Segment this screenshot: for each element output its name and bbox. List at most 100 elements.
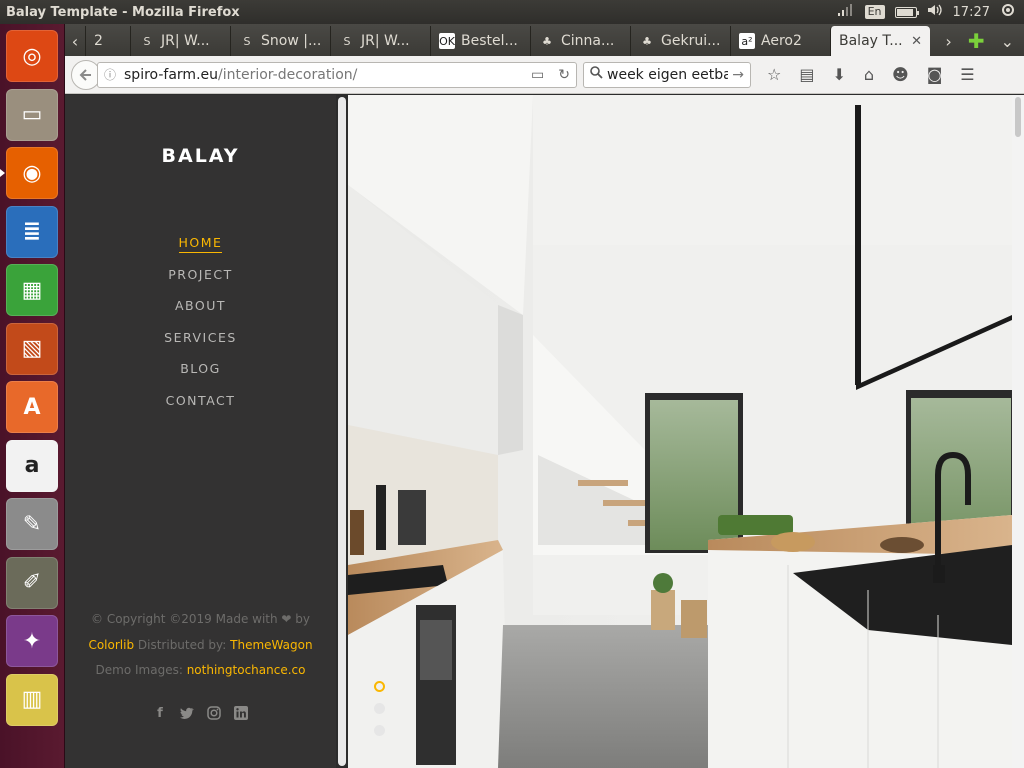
system-settings-icon[interactable]: ✎ [6,498,58,550]
slider-dot[interactable] [374,703,385,714]
url-domain: spiro-farm.eu [124,66,219,83]
slider-dot[interactable] [374,725,385,736]
tab-favicon-icon: S [343,34,351,48]
linkedin-icon[interactable] [233,705,249,721]
impress-icon[interactable]: ▧ [6,322,58,375]
clock[interactable]: 17:27 [953,5,990,20]
menu-item-label: ABOUT [174,298,227,313]
menu-item-label: PROJECT [168,266,233,282]
menu-item-project[interactable]: PROJECT [65,267,336,299]
demo-images-label: Demo Images: [95,663,187,677]
site-footer: © Copyright ©2019 Made with ❤ by Colorli… [65,607,336,684]
colorlib-link[interactable]: Colorlib [88,638,134,652]
search-go-arrow-icon[interactable]: → [732,67,744,83]
browser-tab[interactable]: Balay T... ✕ [830,26,930,56]
facebook-icon[interactable]: f [152,705,168,721]
tab-label: 2 [94,33,103,49]
menu-item-label: HOME [178,235,223,253]
slider-pagination [373,681,387,747]
kitchen-photo [348,95,1012,768]
keyboard-layout-indicator[interactable]: En [864,5,885,19]
site-logo[interactable]: BALAY [65,145,336,167]
new-tab-plus-icon[interactable]: ✚ [968,29,985,53]
window-title: Balay Template - Mozilla Firefox [6,4,240,20]
browser-tab[interactable]: ♣ Gekrui... [630,26,730,56]
tab-scroll-right-icon[interactable]: › [945,32,951,51]
browser-tab[interactable]: S Snow |... [230,26,330,56]
social-links: f [65,705,336,721]
twitter-icon[interactable] [179,705,195,721]
volume-icon[interactable] [927,3,943,21]
calc-icon[interactable]: ▦ [6,264,58,316]
menu-item-about[interactable]: ABOUT [65,298,336,330]
amazon-icon[interactable]: a [6,439,58,492]
gimp-icon[interactable]: ✐ [6,556,58,609]
network-icon[interactable] [837,3,855,21]
menu-item-home[interactable]: HOME [65,235,336,267]
page-scrollbar[interactable] [1012,95,1024,768]
wizard-icon[interactable]: ✦ [6,615,58,667]
site-sidebar: BALAY HOME PROJECT ABOUT SERVICES BLOG CONTAC… [65,95,336,768]
tab-label: JR| W... [361,33,410,49]
files-icon[interactable]: ▭ [6,88,58,141]
tab-favicon-icon: OK [439,33,455,49]
sidebar-scrollbar[interactable] [336,95,348,768]
chat-icon[interactable]: ☻ [892,65,909,84]
copyright-text: © Copyright ©2019 Made with ❤ by [91,612,310,626]
tab-label: Bestel... [461,33,518,49]
menu-item-label: SERVICES [164,329,237,345]
browser-tab[interactable]: S JR| W... [330,26,430,56]
tab-label: Balay T... [839,33,903,49]
menu-item-label: CONTACT [165,392,236,408]
demo-images-link[interactable]: nothingtochance.co [187,663,306,677]
firefox-icon[interactable]: ◉ [6,147,58,199]
main-menu: HOME PROJECT ABOUT SERVICES BLOG CONTACT [65,235,336,424]
menu-hamburger-icon[interactable]: ☰ [960,65,974,84]
launcher: ◎ ▭ ◉ ≣ ▦ ▧ Aa ✎ ✐ ✦ ▥ [0,24,65,768]
page-viewport: BALAY HOME PROJECT ABOUT SERVICES BLOG CONTAC… [65,95,1024,768]
reload-icon[interactable]: ↻ [558,67,570,83]
browser-tab[interactable]: ♣ Cinna... [530,26,630,56]
search-bar[interactable]: week eigen eetbare → [583,61,751,88]
reader-view-icon[interactable]: ▭ [531,67,544,83]
workspace-icon[interactable]: ▥ [6,673,58,726]
navigation-toolbar: ⓘ spiro-farm.eu/interior-decoration/ ▭ ↻… [65,56,1024,94]
url-bar[interactable]: ⓘ spiro-farm.eu/interior-decoration/ ▭ ↻ [97,61,577,88]
menu-item-contact[interactable]: CONTACT [65,393,336,425]
browser-tab[interactable]: 2 [85,26,130,56]
home-icon[interactable]: ⌂ [864,65,874,84]
battery-icon[interactable] [894,6,919,18]
slider-dot[interactable] [374,681,385,692]
tab-favicon-icon: S [143,34,151,48]
bookmark-star-icon[interactable]: ☆ [767,65,781,84]
menu-item-blog[interactable]: BLOG [65,361,336,393]
search-icon [590,66,603,83]
downloads-icon[interactable]: ⬇ [832,65,845,84]
browser-tab[interactable]: OK Bestel... [430,26,530,56]
browser-tab[interactable]: a² Aero2 [730,26,830,56]
tab-list-chevron-down-icon[interactable]: ⌄ [1001,32,1014,51]
tab-favicon-icon: S [243,34,251,48]
menu-item-services[interactable]: SERVICES [65,330,336,362]
menu-item-label: BLOG [180,361,221,376]
tab-label: Gekrui... [661,33,721,49]
session-gear-icon[interactable] [1000,2,1016,22]
tab-scroll-left-icon[interactable]: ‹ [65,26,85,56]
tab-favicon-icon: ♣ [642,34,652,48]
tab-label: Snow |... [261,33,322,49]
tab-bar: ‹ 2 S JR| W... S Snow |... S JR| W... OK Bestel.… [65,24,1024,56]
hero-image [348,95,1012,768]
pocket-icon[interactable]: ◙ [927,65,943,84]
tab-close-icon[interactable]: ✕ [911,34,922,49]
browser-tab[interactable]: S JR| W... [130,26,230,56]
active-app-arrow-icon [0,169,5,177]
site-info-icon[interactable]: ⓘ [104,66,116,83]
panel-indicators: En 17:27 [837,2,1024,22]
tab-label: JR| W... [161,33,210,49]
reading-list-icon[interactable]: ▤ [799,65,814,84]
writer-icon[interactable]: ≣ [6,205,58,258]
ubuntu-dash-icon[interactable]: ◎ [6,30,58,82]
software-center-icon[interactable]: A [6,381,58,433]
themewagon-link[interactable]: ThemeWagon [230,638,312,652]
instagram-icon[interactable] [206,705,222,721]
